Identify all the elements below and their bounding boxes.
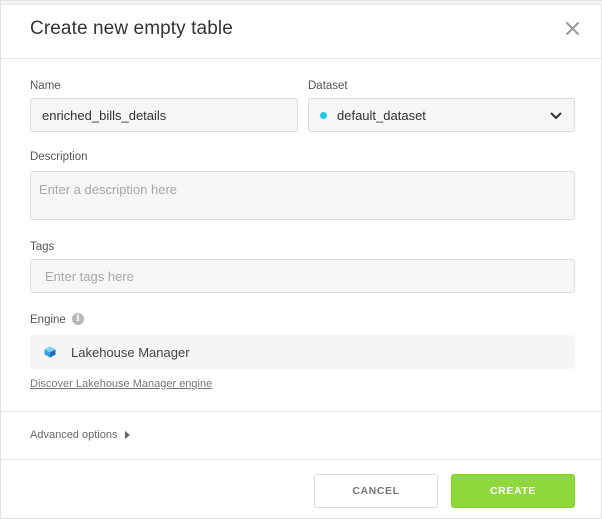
engine-value: Lakehouse Manager [71,344,190,360]
dataset-value: default_dataset [337,107,426,123]
advanced-options-label: Advanced options [30,429,118,441]
dataset-select[interactable]: default_dataset [308,98,575,132]
tags-placeholder: Enter tags here [45,268,134,284]
engine-label: Engine [30,314,66,326]
name-value: enriched_bills_details [42,107,167,123]
engine-field: Lakehouse Manager [30,335,575,369]
dataset-status-dot [320,111,327,119]
create-table-dialog: Create new empty table Name enriched_bil… [0,0,602,519]
advanced-options-toggle[interactable]: Advanced options [30,429,131,441]
cancel-button[interactable]: CANCEL [314,474,438,508]
dialog-header: Create new empty table [1,1,601,59]
lakehouse-engine-icon [44,346,56,358]
create-button[interactable]: CREATE [451,474,575,508]
description-placeholder: Enter a description here [39,182,178,197]
name-label: Name [30,80,61,92]
footer-divider [1,459,601,460]
dataset-label: Dataset [308,80,348,92]
caret-right-icon [125,431,131,439]
chevron-down-icon [550,112,562,119]
description-input[interactable]: Enter a description here [30,171,575,220]
tags-label: Tags [30,241,55,253]
tags-input[interactable]: Enter tags here [30,259,575,293]
name-input[interactable]: enriched_bills_details [30,98,298,132]
close-button[interactable] [563,19,583,39]
discover-engine-link[interactable]: Discover Lakehouse Manager engine [30,378,212,390]
divider [1,411,601,412]
description-label: Description [30,151,88,163]
info-icon[interactable]: i [72,313,84,325]
dialog-title: Create new empty table [30,18,233,39]
close-icon [566,22,579,35]
